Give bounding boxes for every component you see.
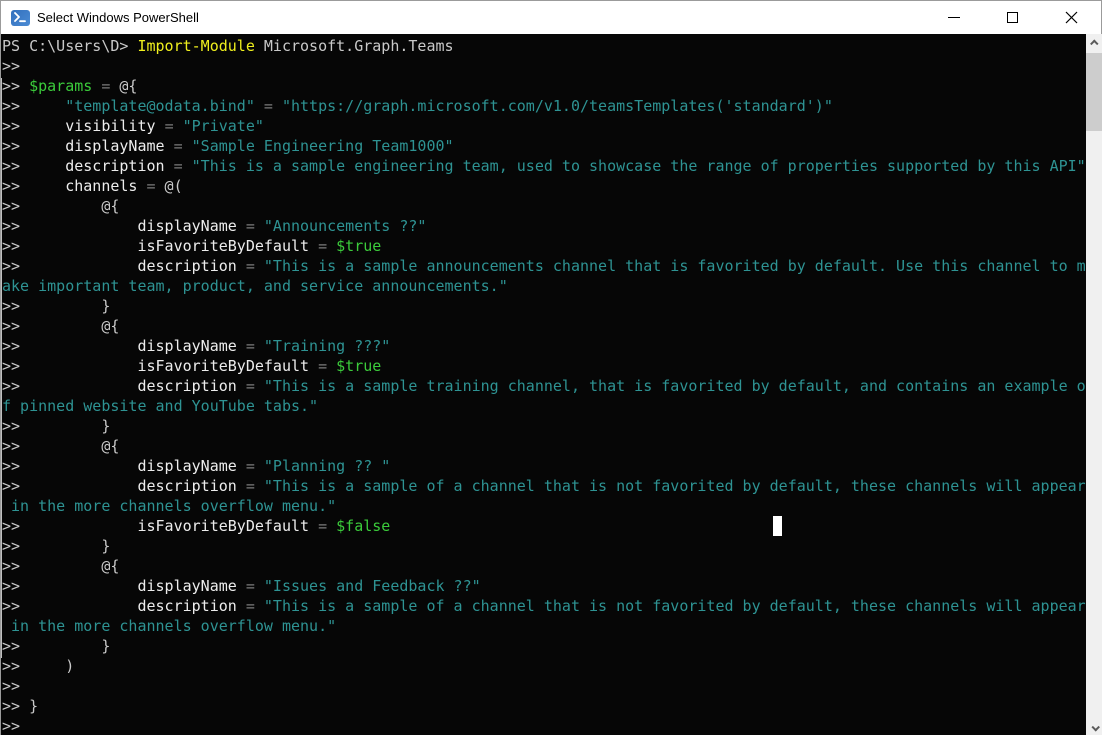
close-icon xyxy=(1065,11,1078,24)
terminal-line: >> } xyxy=(2,697,39,715)
maximize-icon xyxy=(1007,12,1018,23)
chevron-down-icon xyxy=(1090,722,1100,732)
terminal-line: >> xyxy=(2,57,21,75)
terminal-line: >> isFavoriteByDefault = $true xyxy=(2,357,382,375)
terminal-line: >> xyxy=(2,717,21,735)
terminal-line: >> @{ xyxy=(2,437,120,455)
scroll-up-button[interactable] xyxy=(1086,34,1102,51)
terminal-line: >> } xyxy=(2,417,111,435)
terminal-line: >> ) xyxy=(2,657,75,675)
terminal-line: >> displayName = "Issues and Feedback ??… xyxy=(2,577,481,595)
terminal-line: >> } xyxy=(2,297,111,315)
terminal-line: >> isFavoriteByDefault = $false xyxy=(2,517,391,535)
terminal-line: ake important team, product, and service… xyxy=(2,277,508,295)
terminal-line: >> displayName = "Announcements ??" xyxy=(2,217,427,235)
terminal-line: >> xyxy=(2,677,21,695)
console-area[interactable]: PS C:\Users\D> Import-Module Microsoft.G… xyxy=(1,34,1102,735)
terminal-line: PS C:\Users\D> Import-Module Microsoft.G… xyxy=(2,37,454,55)
terminal-line: f pinned website and YouTube tabs." xyxy=(2,397,319,415)
terminal-line: >> } xyxy=(2,537,111,555)
terminal-output[interactable]: PS C:\Users\D> Import-Module Microsoft.G… xyxy=(1,34,1086,735)
close-button[interactable] xyxy=(1042,1,1101,34)
terminal-line: >> @{ xyxy=(2,197,120,215)
terminal-line: >> description = "This is a sample engin… xyxy=(2,157,1086,175)
terminal-line: >> @{ xyxy=(2,557,120,575)
terminal-line: in the more channels overflow menu." xyxy=(2,497,337,515)
terminal-line: >> description = "This is a sample annou… xyxy=(2,257,1086,275)
terminal-line: >> "template@odata.bind" = "https://grap… xyxy=(2,97,833,115)
terminal-line: >> channels = @( xyxy=(2,177,183,195)
maximize-button[interactable] xyxy=(983,1,1042,34)
terminal-line: >> } xyxy=(2,637,111,655)
terminal-line: >> displayName = "Planning ?? " xyxy=(2,457,391,475)
window-controls xyxy=(924,1,1101,34)
terminal-line: >> $params = @{ xyxy=(2,77,138,95)
scrollbar-thumb[interactable] xyxy=(1086,53,1102,131)
chevron-up-icon xyxy=(1089,38,1099,48)
terminal-line: >> description = "This is a sample of a … xyxy=(2,477,1086,495)
selection-column xyxy=(1,78,2,658)
scroll-down-button[interactable] xyxy=(1086,719,1102,735)
terminal-line: in the more channels overflow menu." xyxy=(2,617,337,635)
minimize-icon xyxy=(947,17,960,18)
terminal-line: >> isFavoriteByDefault = $true xyxy=(2,237,382,255)
terminal-line: >> displayName = "Sample Engineering Tea… xyxy=(2,137,454,155)
minimize-button[interactable] xyxy=(924,1,983,34)
terminal-line: >> displayName = "Training ???" xyxy=(2,337,391,355)
terminal-line: >> @{ xyxy=(2,317,120,335)
text-cursor xyxy=(773,516,782,536)
vertical-scrollbar[interactable] xyxy=(1086,34,1102,735)
terminal-line: >> visibility = "Private" xyxy=(2,117,264,135)
terminal-line: >> description = "This is a sample of a … xyxy=(2,597,1086,615)
title-bar[interactable]: Select Windows PowerShell xyxy=(1,1,1101,34)
powershell-window: Select Windows PowerShell PS C:\Users\D>… xyxy=(0,0,1102,735)
terminal-line: >> description = "This is a sample train… xyxy=(2,377,1086,395)
powershell-icon xyxy=(11,9,30,26)
window-title: Select Windows PowerShell xyxy=(37,10,199,25)
